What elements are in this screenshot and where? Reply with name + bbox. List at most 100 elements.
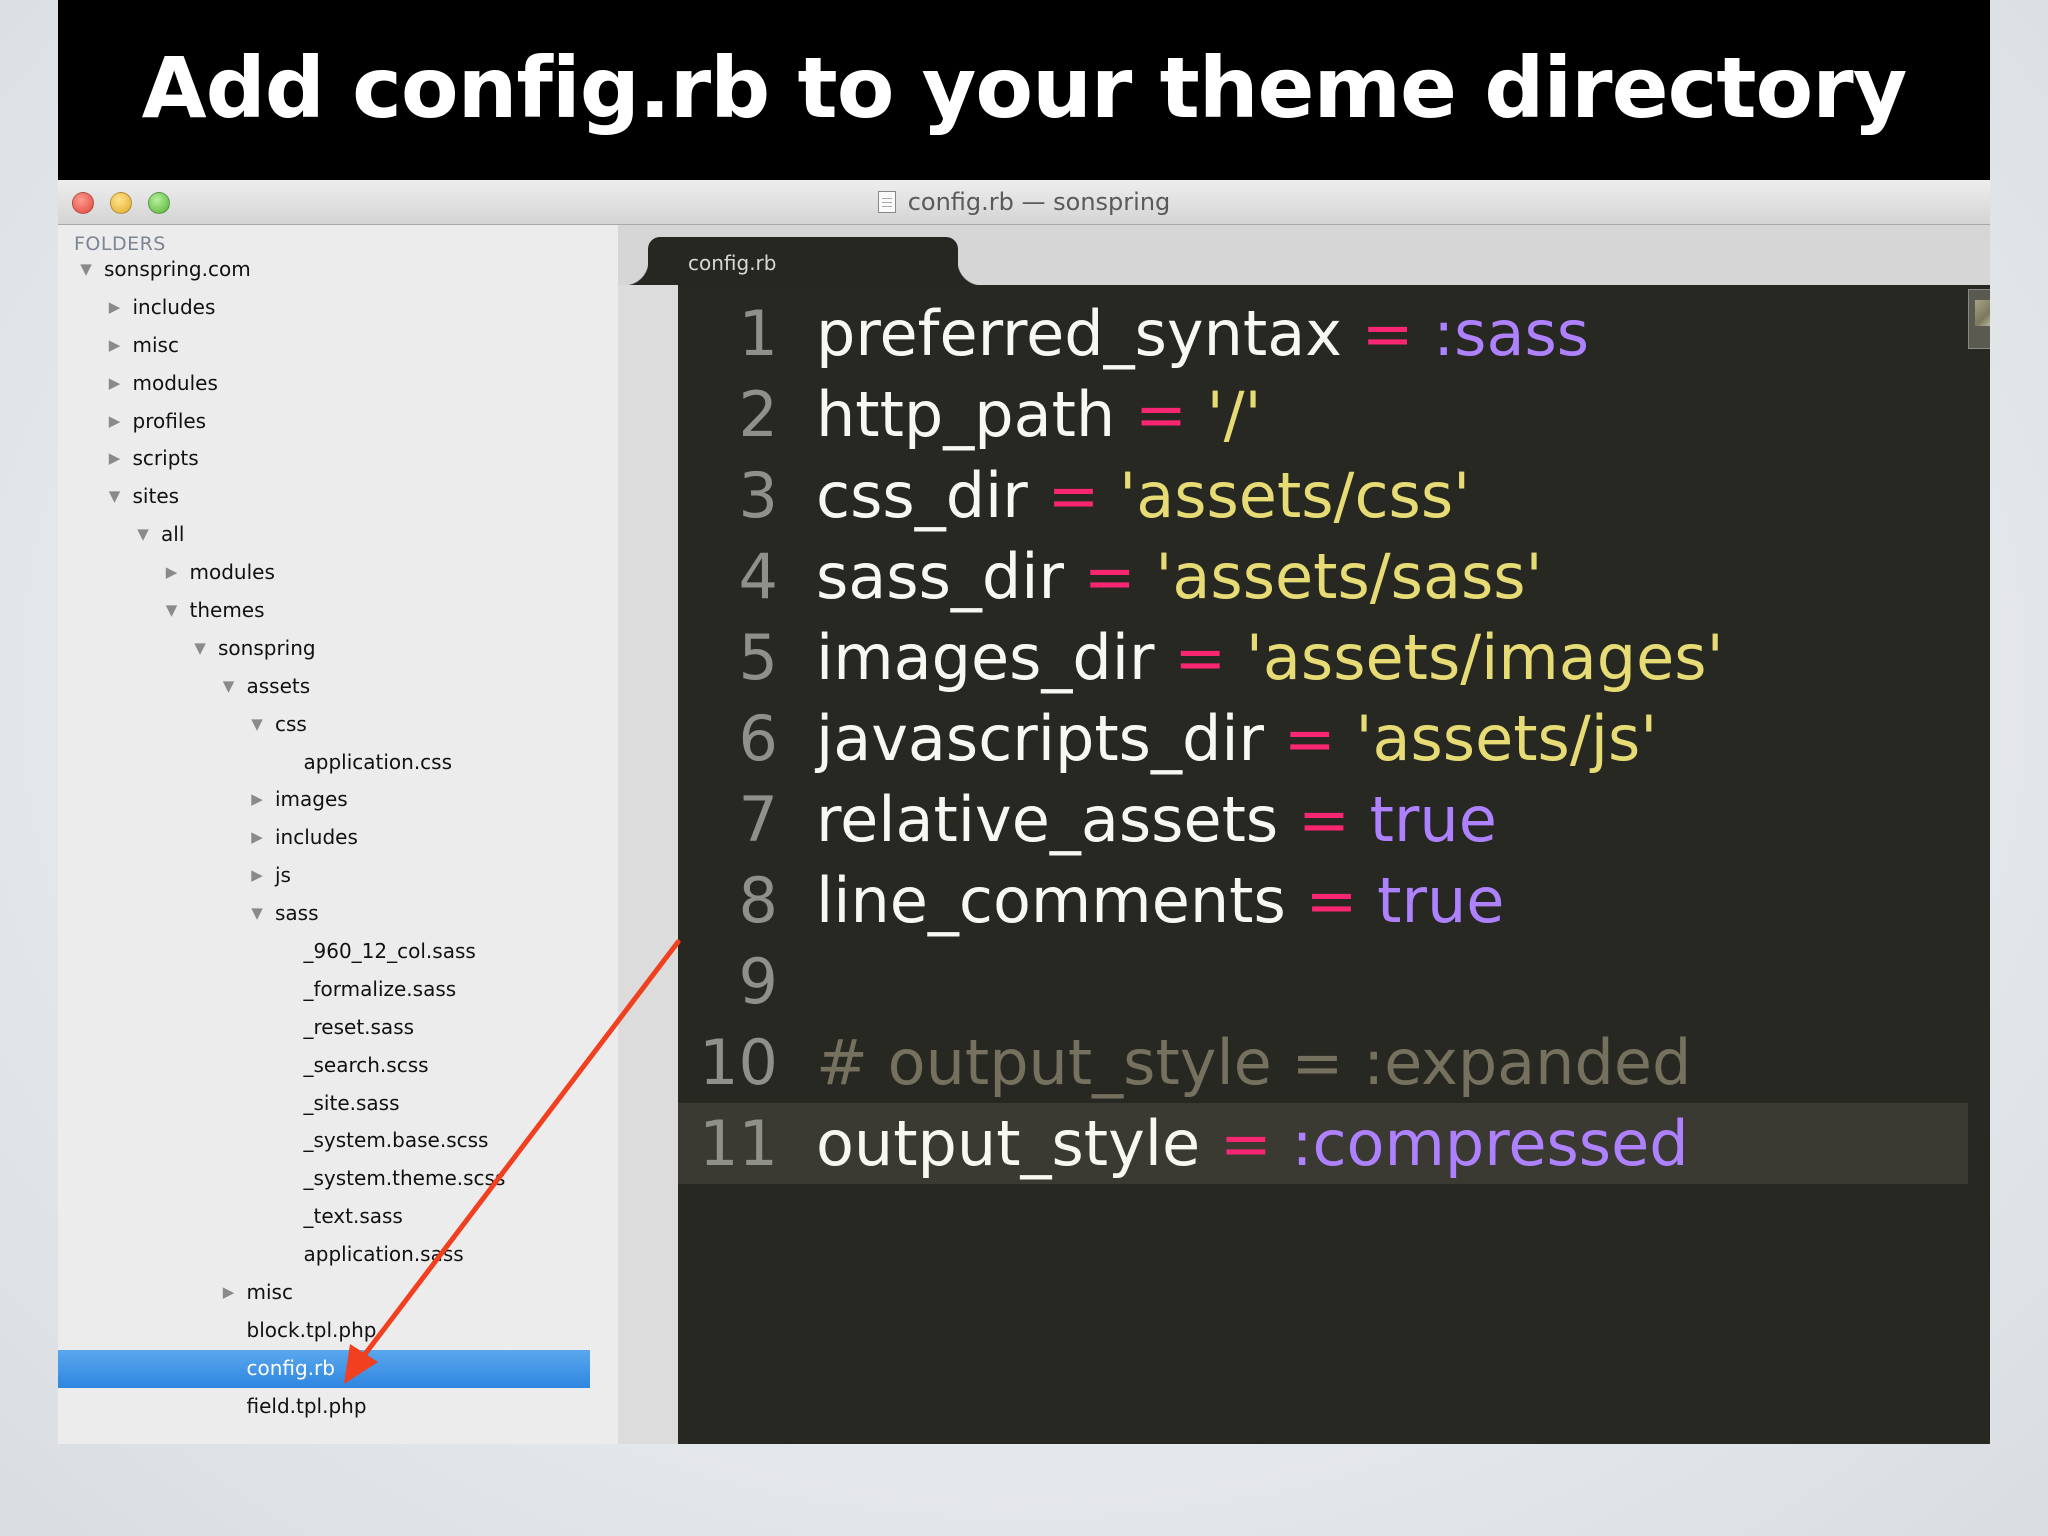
code-token: =: [1047, 459, 1100, 532]
tree-item[interactable]: application.sass: [58, 1236, 590, 1274]
tree-item[interactable]: ▼ sonspring.com: [58, 251, 590, 289]
code-line[interactable]: 7 relative_assets = true: [678, 779, 1968, 860]
code-text: # output_style = :expanded: [816, 1022, 1691, 1103]
code-line[interactable]: 5 images_dir = 'assets/images': [678, 617, 1968, 698]
tree-item[interactable]: ▶ scripts: [58, 440, 590, 478]
disclosure-expanded-icon[interactable]: ▼: [192, 630, 208, 668]
code-text: preferred_syntax = :sass: [816, 293, 1589, 374]
tree-item[interactable]: field.tpl.php: [58, 1388, 590, 1426]
tree-item-label: field.tpl.php: [246, 1393, 367, 1418]
disclosure-collapsed-icon[interactable]: ▶: [249, 781, 265, 819]
line-number: 10: [699, 1026, 778, 1099]
tree-item[interactable]: _reset.sass: [58, 1009, 590, 1047]
code-token: '/': [1206, 378, 1262, 451]
tab-bar: config.rb: [618, 225, 1990, 285]
tree-item[interactable]: ▶ misc: [58, 1274, 590, 1312]
tree-item[interactable]: ▼ assets: [58, 668, 590, 706]
disclosure-expanded-icon[interactable]: ▼: [249, 895, 265, 933]
disclosure-collapsed-icon[interactable]: ▶: [107, 327, 123, 365]
minimap[interactable]: [1968, 289, 1990, 349]
line-number: 7: [738, 783, 778, 856]
tree-item-label: sass: [275, 901, 319, 926]
code-line[interactable]: 2 http_path = '/': [678, 374, 1968, 455]
disclosure-collapsed-icon[interactable]: ▶: [249, 819, 265, 857]
tree-item[interactable]: ▶ images: [58, 781, 590, 819]
tree-item-label: _text.sass: [303, 1204, 403, 1229]
tree-item[interactable]: ▼ sass: [58, 895, 590, 933]
tree-item[interactable]: _search.scss: [58, 1047, 590, 1085]
disclosure-expanded-icon[interactable]: ▼: [249, 706, 265, 744]
disclosure-collapsed-icon[interactable]: ▶: [107, 403, 123, 441]
tree-item-label: sites: [132, 484, 180, 509]
folder-sidebar: FOLDERS ▼ sonspring.com ▶ includes ▶ misc ▶ mod…: [58, 225, 590, 1444]
code-line[interactable]: 3 css_dir = 'assets/css': [678, 455, 1968, 536]
code-line[interactable]: 1 preferred_syntax = :sass: [678, 293, 1968, 374]
line-number: 3: [738, 459, 778, 532]
code-line[interactable]: 10 # output_style = :expanded: [678, 1022, 1968, 1103]
disclosure-expanded-icon[interactable]: ▼: [78, 251, 94, 289]
code-text: css_dir = 'assets/css': [816, 455, 1470, 536]
code-line[interactable]: 9: [678, 941, 1968, 1022]
tab-config-rb[interactable]: config.rb: [624, 237, 982, 285]
disclosure-expanded-icon[interactable]: ▼: [135, 516, 151, 554]
code-line[interactable]: 6 javascripts_dir = 'assets/js': [678, 698, 1968, 779]
code-line[interactable]: 4 sass_dir = 'assets/sass': [678, 536, 1968, 617]
window-titlebar[interactable]: config.rb — sonspring: [58, 180, 1990, 225]
tree-item[interactable]: ▶ modules: [58, 554, 590, 592]
code-text: output_style = :compressed: [816, 1103, 1689, 1184]
tree-item[interactable]: _text.sass: [58, 1198, 590, 1236]
tree-item-label: js: [275, 863, 291, 888]
tree-item[interactable]: ▼ themes: [58, 592, 590, 630]
tree-item[interactable]: _system.base.scss: [58, 1122, 590, 1160]
tree-item-selected[interactable]: config.rb: [58, 1349, 590, 1388]
disclosure-collapsed-icon[interactable]: ▶: [249, 857, 265, 895]
tree-item[interactable]: ▼ css: [58, 706, 590, 744]
disclosure-collapsed-icon[interactable]: ▶: [107, 289, 123, 327]
tree-item[interactable]: ▶ modules: [58, 365, 590, 403]
tree-item[interactable]: _site.sass: [58, 1085, 590, 1123]
code-line[interactable]: 11 output_style = :compressed: [678, 1103, 1968, 1184]
tree-item[interactable]: ▼ sites: [58, 478, 590, 516]
tree-item-label: scripts: [132, 446, 199, 471]
code-token: 'assets/js': [1355, 702, 1658, 775]
disclosure-collapsed-icon[interactable]: ▶: [164, 554, 180, 592]
disclosure-expanded-icon[interactable]: ▼: [221, 668, 237, 706]
tree-item-label: themes: [189, 598, 265, 623]
tree-item[interactable]: ▼ all: [58, 516, 590, 554]
tree-item[interactable]: _960_12_col.sass: [58, 933, 590, 971]
tree-item-label: _site.sass: [303, 1090, 400, 1115]
editor-window: config.rb — sonspring FOLDERS ▼ sonspring…: [58, 180, 1990, 1444]
tree-item-label: application.css: [303, 749, 453, 774]
tree-item[interactable]: application.css: [58, 744, 590, 782]
tree-item-label: css: [275, 711, 307, 736]
disclosure-expanded-icon[interactable]: ▼: [164, 592, 180, 630]
code-text: http_path = '/': [816, 374, 1262, 455]
code-token: true: [1369, 783, 1497, 856]
tree-item[interactable]: block.tpl.php: [58, 1312, 590, 1350]
tree-item[interactable]: ▶ profiles: [58, 403, 590, 441]
code-token: =: [1219, 1107, 1272, 1180]
tree-item[interactable]: ▶ js: [58, 857, 590, 895]
disclosure-collapsed-icon[interactable]: ▶: [107, 440, 123, 478]
tree-item[interactable]: ▼ sonspring: [58, 630, 590, 668]
disclosure-collapsed-icon[interactable]: ▶: [107, 365, 123, 403]
tree-item[interactable]: ▶ misc: [58, 327, 590, 365]
disclosure-expanded-icon[interactable]: ▼: [107, 478, 123, 516]
code-editor[interactable]: 1 preferred_syntax = :sass 2 http_path = '/…: [678, 285, 1990, 1444]
tree-item-label: _search.scss: [303, 1052, 429, 1077]
tree-item[interactable]: _system.theme.scss: [58, 1160, 590, 1198]
line-number: 2: [738, 378, 778, 451]
code-token: =: [1083, 540, 1136, 613]
tree-item[interactable]: ▶ includes: [58, 819, 590, 857]
window-title-text: config.rb — sonspring: [907, 188, 1171, 216]
tree-item[interactable]: _formalize.sass: [58, 971, 590, 1009]
tree-item-label: _system.theme.scss: [303, 1166, 506, 1191]
disclosure-collapsed-icon[interactable]: ▶: [221, 1274, 237, 1312]
tree-item[interactable]: ▶ includes: [58, 289, 590, 327]
tree-item-label: images: [275, 787, 348, 812]
tree-item-label: sonspring.com: [104, 257, 251, 281]
folder-tree: ▼ sonspring.com ▶ includes ▶ misc ▶ modules ▶ pro…: [58, 251, 590, 1426]
code-line[interactable]: 8 line_comments = true: [678, 860, 1968, 941]
